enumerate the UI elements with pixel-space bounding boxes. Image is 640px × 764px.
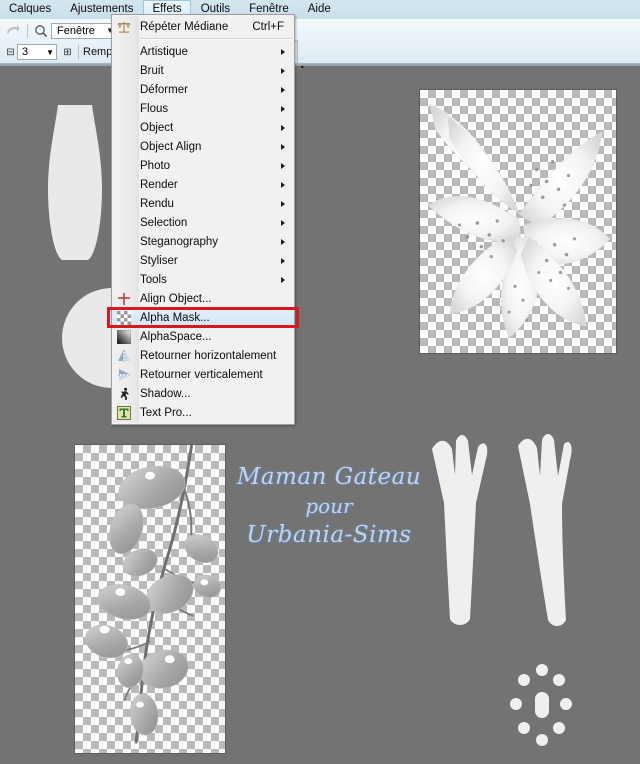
menu-item-steganography[interactable]: Steganography <box>112 232 294 251</box>
toolbar-row-bottom: ⊟ 3 ▼ ⊞ Rempl <box>0 42 115 62</box>
menu-item-alphaspace[interactable]: AlphaSpace... <box>112 327 294 346</box>
menu-item-flous[interactable]: Flous <box>112 99 294 118</box>
signature-line-2: pour <box>305 494 353 519</box>
effets-dropdown-menu[interactable]: Répéter Médiane Ctrl+F Artistique Bruit … <box>107 14 299 425</box>
menu-bar[interactable]: Calques Ajustements Effets Outils Fenêtr… <box>0 0 640 19</box>
chevron-down-icon[interactable]: ▼ <box>46 48 54 57</box>
brush-size-value: 3 <box>22 46 29 58</box>
leaves-branch-image[interactable] <box>74 444 226 754</box>
menu-item-label: Alpha Mask... <box>140 311 210 324</box>
submenu-arrow-icon <box>281 124 285 131</box>
menu-item-label: Tools <box>140 273 167 286</box>
menu-item-label: Object <box>140 121 174 134</box>
toolbar-separator <box>27 23 28 38</box>
menu-item-label: Object Align <box>140 140 202 153</box>
submenu-arrow-icon <box>281 276 285 283</box>
canvas-workspace[interactable]: Maman Gateau pour Urbania-Sims <box>0 0 640 764</box>
menu-item-label: Photo <box>140 159 171 172</box>
menu-item-label: Render <box>140 178 178 191</box>
menubar-item-calques[interactable]: Calques <box>0 0 60 19</box>
menu-item-shadow[interactable]: Shadow... <box>112 384 294 403</box>
menu-item-alpha-mask[interactable]: Alpha Mask... <box>112 308 294 327</box>
vase-silhouette[interactable] <box>40 105 110 260</box>
menu-item-label: Selection <box>140 216 188 229</box>
menu-item-styliser[interactable]: Styliser <box>112 251 294 270</box>
submenu-arrow-icon <box>281 67 285 74</box>
menu-item-label: Artistique <box>140 45 188 58</box>
stamen-dots-cluster[interactable] <box>505 660 577 750</box>
submenu-arrow-icon <box>281 257 285 264</box>
menu-item-label: Retourner verticalement <box>140 368 263 381</box>
flip-horizontal-icon <box>116 348 132 364</box>
menu-item-label: Déformer <box>140 83 188 96</box>
toolbar-row-top: Fenêtre ▼ <box>0 20 117 41</box>
submenu-arrow-icon <box>281 48 285 55</box>
signature-watermark: Maman Gateau pour Urbania-Sims <box>234 462 424 551</box>
submenu-arrow-icon <box>281 143 285 150</box>
menu-item-bruit[interactable]: Bruit <box>112 61 294 80</box>
zoom-mode-value: Fenêtre <box>57 24 95 37</box>
lily-flower-image[interactable] <box>419 89 617 354</box>
signature-line-3: Urbania-Sims <box>246 522 412 549</box>
menu-separator <box>140 38 292 40</box>
application-chrome: Calques Ajustements Effets Outils Fenêtr… <box>0 0 640 425</box>
petal-shape-left[interactable] <box>428 433 490 628</box>
menu-item-label: Rendu <box>140 197 174 210</box>
magnifier-icon[interactable] <box>32 22 49 39</box>
menu-item-retourner-horizontalement[interactable]: Retourner horizontalement <box>112 346 294 365</box>
submenu-arrow-icon <box>281 86 285 93</box>
menu-item-label: Retourner horizontalement <box>140 349 277 362</box>
running-figure-shadow-icon <box>116 386 132 402</box>
submenu-arrow-icon <box>281 181 285 188</box>
chrome-bottom-edge <box>0 63 640 66</box>
submenu-arrow-icon <box>281 238 285 245</box>
menu-item-photo[interactable]: Photo <box>112 156 294 175</box>
menu-item-deformer[interactable]: Déformer <box>112 80 294 99</box>
menu-item-shortcut: Ctrl+F <box>252 20 284 33</box>
menu-item-label: Styliser <box>140 254 178 267</box>
menu-item-label: Flous <box>140 102 169 115</box>
menu-item-artistique[interactable]: Artistique <box>112 42 294 61</box>
gradient-swatch-icon <box>116 329 132 345</box>
flip-vertical-icon <box>116 367 132 383</box>
scales-balance-icon <box>116 19 132 35</box>
submenu-arrow-icon <box>281 219 285 226</box>
menu-item-tools[interactable]: Tools <box>112 270 294 289</box>
menu-item-label: Align Object... <box>140 292 212 305</box>
menu-item-rendu[interactable]: Rendu <box>112 194 294 213</box>
submenu-arrow-icon <box>281 200 285 207</box>
submenu-arrow-icon <box>281 162 285 169</box>
menu-item-object-align[interactable]: Object Align <box>112 137 294 156</box>
toolbar-separator <box>78 45 79 59</box>
menu-item-label: Steganography <box>140 235 219 248</box>
decrease-icon[interactable]: ⊟ <box>4 46 17 59</box>
menu-item-label: AlphaSpace... <box>140 330 212 343</box>
text-pro-icon <box>116 405 132 421</box>
crosshair-plus-icon <box>116 291 132 307</box>
menu-item-render[interactable]: Render <box>112 175 294 194</box>
menu-item-label: Shadow... <box>140 387 191 400</box>
menu-item-object[interactable]: Object <box>112 118 294 137</box>
menu-item-label: Répéter Médiane <box>140 20 229 33</box>
petal-shape-right[interactable] <box>512 432 574 628</box>
zoom-mode-combo[interactable]: Fenêtre ▼ <box>51 22 117 39</box>
checker-swatch-icon <box>116 310 132 326</box>
redo-arrow-icon[interactable] <box>4 22 21 39</box>
menu-item-label: Bruit <box>140 64 164 77</box>
menu-item-retourner-verticalement[interactable]: Retourner verticalement <box>112 365 294 384</box>
menu-item-label: Text Pro... <box>140 406 192 419</box>
signature-line-1: Maman Gateau <box>236 464 422 490</box>
submenu-arrow-icon <box>281 105 285 112</box>
tool-bar: Fenêtre ▼ ⊟ 3 ▼ ⊞ Rempl ▾ <box>0 19 640 71</box>
menubar-item-aide[interactable]: Aide <box>299 0 340 19</box>
increase-icon[interactable]: ⊞ <box>61 46 74 59</box>
menu-item-selection[interactable]: Selection <box>112 213 294 232</box>
menu-item-repeter-mediane[interactable]: Répéter Médiane Ctrl+F <box>112 17 294 36</box>
menu-item-text-pro[interactable]: Text Pro... <box>112 403 294 422</box>
brush-size-stepper[interactable]: 3 ▼ <box>17 44 57 60</box>
menu-item-align-object[interactable]: Align Object... <box>112 289 294 308</box>
